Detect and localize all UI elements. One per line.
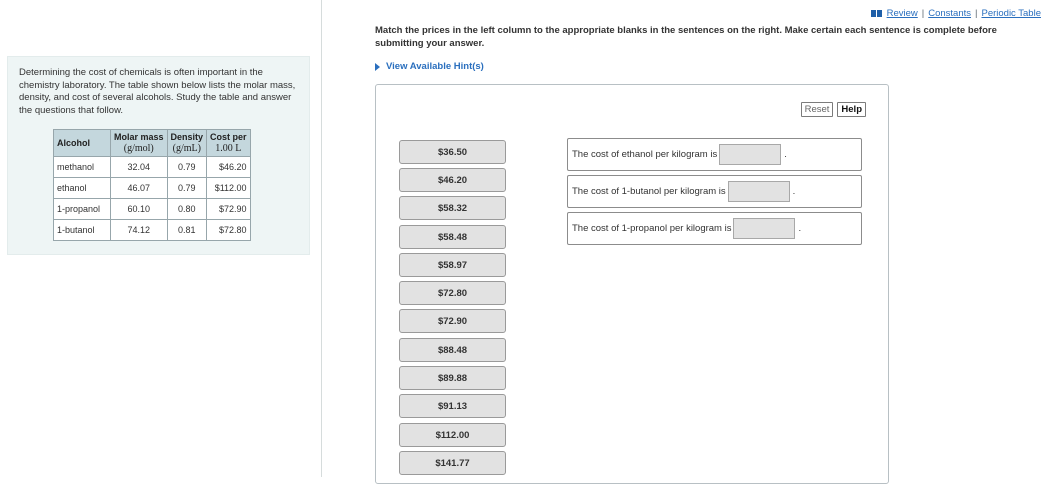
expand-triangle-icon (375, 62, 380, 71)
cell-alcohol: ethanol (53, 177, 111, 199)
review-link[interactable]: Review (887, 8, 918, 19)
cell-cost: $72.80 (206, 219, 251, 241)
help-button[interactable]: Help (837, 102, 866, 117)
periodic-table-link[interactable]: Periodic Table (981, 8, 1041, 19)
price-tile[interactable]: $88.48 (399, 338, 506, 362)
price-tile[interactable]: $36.50 (399, 140, 506, 164)
price-tile[interactable]: $58.48 (399, 225, 506, 249)
header-alcohol: Alcohol (53, 129, 111, 157)
header-density-label: Density (170, 132, 204, 142)
cell-density: 0.80 (166, 198, 208, 220)
price-tile[interactable]: $91.13 (399, 394, 506, 418)
sentence-1-butanol: The cost of 1-butanol per kilogram is . (567, 175, 862, 208)
book-icon (870, 10, 882, 17)
question-instructions: Match the prices in the left column to t… (375, 25, 997, 49)
sentence-1-propanol: The cost of 1-propanol per kilogram is . (567, 212, 862, 245)
drop-target-blank[interactable] (719, 144, 782, 165)
header-density-unit: (g/mL) (172, 143, 201, 154)
drop-target-blank[interactable] (733, 218, 796, 239)
cell-molar-mass: 32.04 (110, 156, 168, 178)
link-separator: | (975, 8, 978, 19)
table-header-row: Alcohol Molar mass (g/mol) Density (g/mL) … (53, 129, 251, 157)
cell-cost: $112.00 (206, 177, 251, 199)
view-hints-label: View Available Hint(s) (386, 61, 484, 72)
price-tile[interactable]: $46.20 (399, 168, 506, 192)
problem-intro-panel: Determining the cost of chemicals is oft… (7, 56, 310, 255)
cell-cost: $46.20 (206, 156, 251, 178)
alcohol-data-table: Alcohol Molar mass (g/mol) Density (g/mL) … (53, 129, 251, 241)
resource-links: Review | Constants | Periodic Table (870, 8, 1041, 19)
price-tile[interactable]: $72.80 (399, 281, 506, 305)
header-molar-mass-unit: (g/mol) (123, 143, 154, 154)
sentence-period: . (792, 186, 796, 197)
intro-text: Determining the cost of chemicals is oft… (19, 67, 296, 116)
price-tile[interactable]: $89.88 (399, 366, 506, 390)
column-divider (321, 0, 322, 477)
constants-link[interactable]: Constants (928, 8, 971, 19)
cell-density: 0.79 (166, 177, 208, 199)
sentence-text: The cost of 1-propanol per kilogram is (572, 223, 732, 234)
header-density: Density (g/mL) (166, 129, 208, 157)
header-cost-label: Cost per (210, 132, 247, 142)
price-tile[interactable]: $58.97 (399, 253, 506, 277)
cell-density: 0.79 (166, 156, 208, 178)
reset-button[interactable]: Reset (800, 102, 834, 117)
table-row: methanol 32.04 0.79 $46.20 (53, 156, 251, 178)
drag-drop-area: Reset Help $36.50 $46.20 $58.32 $58.48 $… (375, 84, 889, 484)
cell-alcohol: methanol (53, 156, 111, 178)
sentence-text: The cost of 1-butanol per kilogram is (572, 186, 726, 197)
table-row: ethanol 46.07 0.79 $112.00 (53, 177, 251, 199)
cell-molar-mass: 74.12 (110, 219, 168, 241)
link-separator: | (921, 8, 925, 19)
header-cost: Cost per 1.00 L (206, 129, 251, 157)
sentence-period: . (798, 223, 802, 234)
table-row: 1-propanol 60.10 0.80 $72.90 (53, 198, 251, 220)
price-tile[interactable]: $141.77 (399, 451, 506, 475)
cell-alcohol: 1-butanol (53, 219, 111, 241)
cell-alcohol: 1-propanol (53, 198, 111, 220)
view-hints-toggle[interactable]: View Available Hint(s) (375, 61, 484, 72)
dnd-toolbar: Reset Help (800, 102, 866, 117)
table-row: 1-butanol 74.12 0.81 $72.80 (53, 219, 251, 241)
header-molar-mass: Molar mass (g/mol) (110, 129, 168, 157)
cell-molar-mass: 46.07 (110, 177, 168, 199)
price-tile[interactable]: $112.00 (399, 423, 506, 447)
cell-cost: $72.90 (206, 198, 251, 220)
drop-target-blank[interactable] (727, 181, 790, 202)
price-tile[interactable]: $72.90 (399, 309, 506, 333)
sentence-ethanol: The cost of ethanol per kilogram is . (567, 138, 862, 171)
header-cost-unit: 1.00 L (215, 143, 242, 154)
sentence-period: . (784, 149, 787, 160)
cell-molar-mass: 60.10 (110, 198, 168, 220)
cell-density: 0.81 (166, 219, 208, 241)
sentence-text: The cost of ethanol per kilogram is (572, 149, 718, 160)
price-tile[interactable]: $58.32 (399, 196, 506, 220)
header-molar-mass-label: Molar mass (114, 132, 164, 142)
